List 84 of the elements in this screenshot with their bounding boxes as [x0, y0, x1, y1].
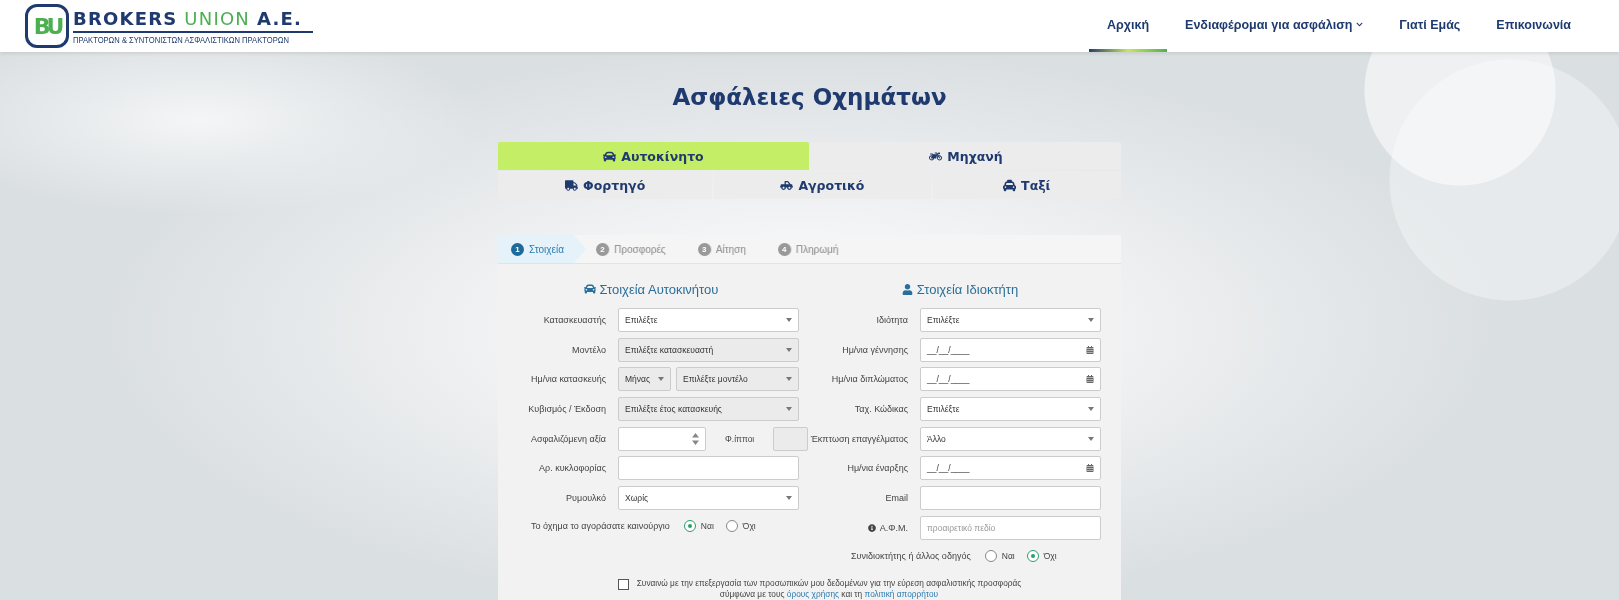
field-label: Ημ/νια διπλώματος [830, 374, 908, 385]
select-field[interactable]: Επιλέξτε [920, 397, 1101, 422]
calendar-icon[interactable] [1086, 345, 1094, 354]
logo-monogram: BU [25, 4, 69, 48]
nav-link[interactable]: Επικοινωνία [1478, 0, 1589, 52]
field-label: Ημ/νια κατασκευής [530, 374, 606, 385]
consent-checkbox[interactable] [617, 578, 629, 590]
radio-button[interactable] [1026, 549, 1039, 562]
vehicle-tab[interactable]: Φορτηγό [498, 171, 713, 199]
page-title: Ασφάλειες Οχημάτων [672, 83, 947, 112]
field-label: Αρ. κυκλοφορίας [538, 463, 606, 474]
car-icon [603, 149, 617, 163]
radio-label: Όχι [742, 521, 756, 532]
select-field[interactable]: Άλλο [920, 426, 1101, 451]
radio-option[interactable]: Ναι [683, 520, 714, 533]
caret-icon [658, 377, 664, 382]
field-label: Μοντέλο [571, 344, 606, 355]
field-label: Ιδιότητα [875, 315, 908, 325]
logo-text: BROKERS [73, 7, 178, 30]
vehicle-tab[interactable]: Ταξί [932, 171, 1121, 199]
car-icon [583, 283, 596, 295]
taxi-icon [1003, 178, 1017, 192]
field-label: Συνιδιοκτήτης ή άλλος οδηγός [851, 550, 971, 561]
radio-label: Ναι [700, 521, 714, 532]
number-field[interactable] [618, 426, 706, 451]
caret-icon [1088, 436, 1094, 441]
user-icon [901, 283, 913, 295]
field-label: Ασφαλιζόμενη αξία [529, 433, 606, 444]
radio-option[interactable]: Όχι [725, 520, 756, 533]
caret-icon [1088, 407, 1094, 412]
vehicle-tab[interactable]: Αγροτικό [714, 171, 931, 199]
calendar-icon[interactable] [1086, 464, 1094, 473]
pickup-truck-icon [780, 178, 794, 192]
radio-option[interactable]: Όχι [1026, 549, 1057, 562]
field-label: Το όχημα το αγοράσατε καινούργιο [531, 521, 670, 532]
field-label: Ημ/νια έναρξης [846, 463, 908, 474]
vehicle-tab[interactable]: Μηχανή [811, 142, 1121, 170]
truck-icon [565, 178, 579, 192]
input-field[interactable] [618, 456, 799, 481]
calendar-icon[interactable] [1086, 375, 1094, 384]
step-tab[interactable]: 1 Στοιχεία [498, 235, 586, 263]
privacy-link[interactable]: πολιτική απορρήτου [864, 588, 939, 599]
input-field[interactable]: προαιρετικό πεδίο [920, 515, 1101, 540]
radio-button[interactable] [984, 549, 997, 562]
section-title: Στοιχεία Αυτοκινήτου [599, 281, 719, 297]
radio-option[interactable]: Ναι [984, 549, 1015, 562]
nav-link[interactable]: Αρχική [1089, 0, 1168, 52]
caret-icon [1088, 318, 1094, 322]
select-field[interactable]: Επιλέξτε [618, 308, 799, 332]
field-label: Ταχ. Κώδικας [853, 404, 908, 415]
radio-button[interactable] [683, 520, 696, 533]
logo-text: UNION [184, 7, 250, 30]
select-field[interactable]: Χωρίς [618, 486, 799, 511]
logo-text: A.E. [256, 7, 302, 30]
section-title: Στοιχεία Ιδιοκτήτη [916, 281, 1019, 297]
field-label: Email [884, 493, 908, 504]
terms-link[interactable]: όρους χρήσης [786, 588, 839, 599]
date-field[interactable]: __/__/____ [920, 367, 1101, 392]
field-label: Ρυμουλκό [565, 493, 606, 504]
field-label: Έκπτωση επαγγέλματος [809, 433, 908, 444]
caret-icon [786, 347, 792, 352]
caret-icon [786, 496, 792, 501]
caret-icon [786, 318, 792, 322]
field-label: Φ.ίπποι [725, 433, 755, 444]
vehicle-tab[interactable]: Αυτοκίνητο [498, 142, 809, 170]
consent-text: Συναινώ με την επεξεργασία των προσωπικών μου δεδομένων για την εύρεση ασφαλιστικής προσφοράς σύμφωνα με τους όρους χρήσης και τη πολιτική απορρήτου [636, 577, 1022, 600]
caret-icon [786, 407, 792, 412]
field-label: Ημ/νια γέννησης [841, 344, 908, 355]
nav-link[interactable]: Γιατί Εμάς [1381, 0, 1479, 52]
date-field[interactable]: __/__/____ [920, 456, 1101, 481]
input-field[interactable] [920, 486, 1101, 511]
radio-button[interactable] [725, 520, 738, 533]
field-label: Κατασκευαστής [542, 315, 606, 325]
logo-tagline: ΠΡΑΚΤΟΡΩΝ & ΣΥΝΤΟΝΙΣΤΩΝ ΑΣΦΑΛΙΣΤΙΚΩΝ ΠΡΑΚΤΟΡΩΝ [73, 33, 290, 45]
spinner-icon[interactable] [692, 432, 699, 445]
select-field[interactable]: Επιλέξτε [920, 308, 1101, 332]
field-label: Α.Φ.Μ. [879, 522, 908, 533]
nav-link[interactable]: Ενδιαφέρομαι για ασφάλιση [1167, 0, 1382, 52]
radio-label: Όχι [1043, 550, 1057, 561]
date-field[interactable]: __/__/____ [920, 337, 1101, 362]
field-label: Κυβισμός / Έκδοση [527, 404, 606, 415]
radio-label: Ναι [1001, 550, 1015, 561]
chevron-down-icon [1356, 21, 1364, 28]
caret-icon [786, 377, 792, 382]
